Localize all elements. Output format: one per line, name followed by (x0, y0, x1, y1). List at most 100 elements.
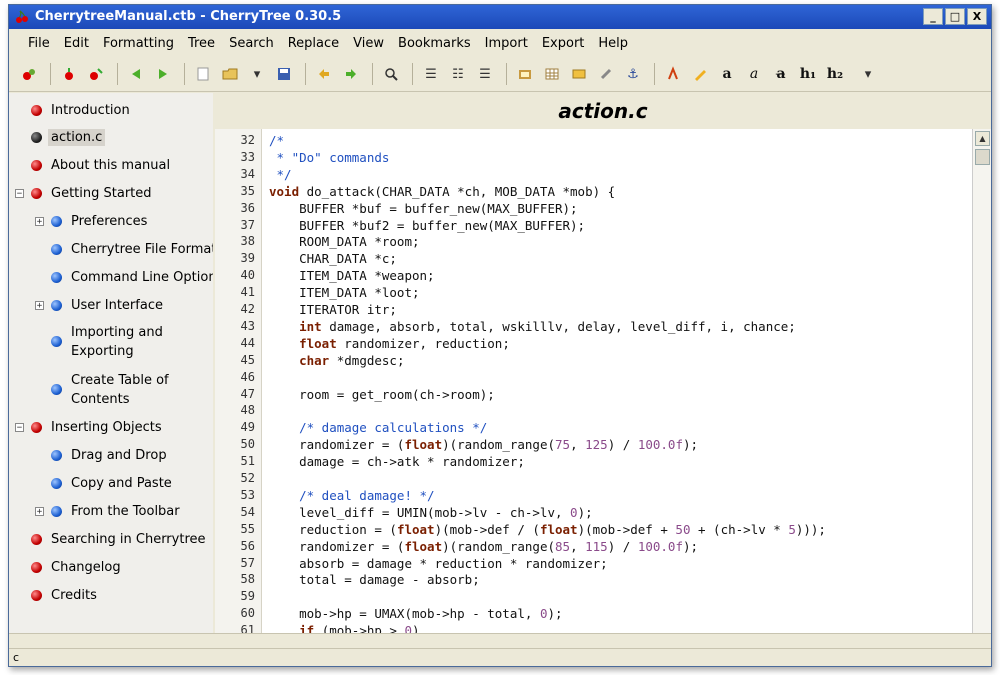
tree-expander-icon[interactable]: − (15, 189, 24, 199)
node-bullet-icon (51, 243, 62, 255)
code-line: if (mob->hp > 0) (299, 623, 420, 633)
cherry-icon (23, 69, 35, 80)
minimize-button[interactable]: _ (923, 8, 943, 25)
toolbar: ▾ ☰ ☷ ☰ ⚓ a a a̶ h₁ h₂ ▾ (9, 57, 991, 92)
menu-import[interactable]: Import (478, 36, 535, 51)
link-icon (600, 68, 612, 80)
new-document-button[interactable] (191, 62, 215, 86)
find-button[interactable] (379, 62, 403, 86)
insert-image-button[interactable] (513, 62, 537, 86)
strikethrough-button[interactable]: a̶ (769, 62, 793, 86)
tree-node[interactable]: User Interface (51, 294, 166, 316)
vertical-scrollbar[interactable]: ▲ (972, 129, 991, 633)
heading-1-button[interactable]: h₁ (796, 62, 820, 86)
go-forward-button[interactable] (151, 62, 175, 86)
menu-file[interactable]: File (21, 36, 57, 51)
code-line: room = get_room(ch->room); (269, 386, 495, 402)
tree-node[interactable]: Cherrytree File Format (51, 238, 213, 260)
heading-2-button[interactable]: h₂ (823, 62, 847, 86)
menu-edit[interactable]: Edit (57, 36, 96, 51)
horizontal-scrollbar[interactable] (9, 633, 991, 648)
arrow-right-icon (159, 69, 167, 79)
bulleted-list-button[interactable]: ☰ (419, 62, 443, 86)
code-text-area[interactable]: /* * "Do" commands */void do_attack(CHAR… (269, 129, 971, 633)
toolbar-separator (305, 63, 306, 85)
insert-anchor-button[interactable]: ⚓ (621, 62, 645, 86)
tree-node[interactable]: Getting Started (31, 182, 155, 204)
code-line: damage = ch->atk * randomizer; (269, 454, 525, 470)
menu-tree[interactable]: Tree (181, 36, 222, 51)
line-number: 50 (240, 437, 255, 452)
italic-button[interactable]: a (742, 62, 766, 86)
highlight-button[interactable] (688, 62, 712, 86)
tree-expander-icon[interactable]: + (35, 507, 44, 517)
tree-node[interactable]: Inserting Objects (31, 416, 165, 438)
go-back-button[interactable] (124, 62, 148, 86)
scroll-thumb[interactable] (975, 149, 990, 165)
tree-node[interactable]: From the Toolbar (51, 500, 183, 522)
tree-node[interactable]: Copy and Paste (51, 472, 175, 494)
maximize-button[interactable]: □ (945, 8, 965, 25)
tree-expander-icon[interactable]: + (35, 301, 44, 311)
tree-node[interactable]: Preferences (51, 210, 150, 232)
tree-node[interactable]: Command Line Option (51, 266, 213, 288)
node-properties-button[interactable] (84, 62, 108, 86)
title-bar[interactable]: CherrytreeManual.ctb - CherryTree 0.30.5… (9, 5, 991, 29)
line-number: 54 (240, 504, 255, 519)
tree-node[interactable]: Drag and Drop (51, 444, 170, 466)
tree-node-label: Credits (51, 587, 97, 603)
toolbar-overflow-button[interactable]: ▾ (856, 62, 880, 86)
tree-expander-icon[interactable]: + (35, 217, 44, 227)
tree-node[interactable]: Changelog (31, 556, 124, 578)
close-button[interactable]: X (967, 8, 987, 25)
dropdown-arrow-icon: ▾ (253, 66, 261, 82)
redo-button[interactable] (339, 62, 363, 86)
node-bullet-icon (51, 336, 62, 347)
menu-view[interactable]: View (346, 36, 391, 51)
node-bullet-icon (31, 589, 42, 601)
node-bullet-icon (31, 421, 42, 433)
open-dropdown-button[interactable]: ▾ (245, 62, 269, 86)
tree-node[interactable]: About this manual (31, 154, 173, 176)
add-child-node-button[interactable] (57, 62, 81, 86)
menu-search[interactable]: Search (222, 36, 281, 51)
insert-codebox-button[interactable] (567, 62, 591, 86)
line-number: 59 (240, 589, 255, 604)
tree-node[interactable]: Importing and Exporting (51, 322, 166, 362)
line-number: 56 (240, 538, 255, 553)
code-line: BUFFER *buf = buffer_new(MAX_BUFFER); (269, 200, 578, 216)
menu-help[interactable]: Help (591, 36, 635, 51)
menu-bookmarks[interactable]: Bookmarks (391, 36, 478, 51)
menu-bar: File Edit Formatting Tree Search Replace… (9, 31, 991, 55)
node-tree[interactable]: Introduction action.c About this manual − Ge… (9, 93, 213, 633)
menu-formatting[interactable]: Formatting (96, 36, 181, 51)
numbered-list-button[interactable]: ☷ (446, 62, 470, 86)
code-line: * "Do" commands (269, 149, 390, 165)
menu-replace[interactable]: Replace (281, 36, 346, 51)
status-bar: c (9, 648, 991, 666)
insert-link-button[interactable] (594, 62, 618, 86)
tree-node[interactable]: Credits (31, 584, 100, 606)
add-node-button[interactable] (17, 62, 41, 86)
toolbar-separator (184, 63, 185, 85)
tree-node-label: Cherrytree File Format (71, 241, 213, 257)
tree-expander-icon[interactable]: − (15, 423, 24, 433)
node-bullet-icon (31, 104, 42, 116)
tree-node[interactable]: action.c (31, 126, 106, 148)
bold-button[interactable]: a (715, 62, 739, 86)
menu-export[interactable]: Export (535, 36, 592, 51)
line-number: 46 (240, 369, 255, 384)
highlighter-icon (695, 70, 706, 81)
open-document-button[interactable] (218, 62, 242, 86)
save-button[interactable] (272, 62, 296, 86)
line-number: 37 (240, 217, 255, 232)
todo-list-button[interactable]: ☰ (473, 62, 497, 86)
scroll-up-arrow-icon[interactable]: ▲ (975, 131, 990, 146)
insert-table-button[interactable] (540, 62, 564, 86)
tree-node[interactable]: Introduction (31, 99, 133, 121)
tree-node[interactable]: Create Table of Contents (51, 370, 172, 410)
cherry-app-icon (16, 10, 28, 23)
undo-button[interactable] (312, 62, 336, 86)
tree-node[interactable]: Searching in Cherrytree (31, 528, 209, 550)
text-color-button[interactable] (661, 62, 685, 86)
